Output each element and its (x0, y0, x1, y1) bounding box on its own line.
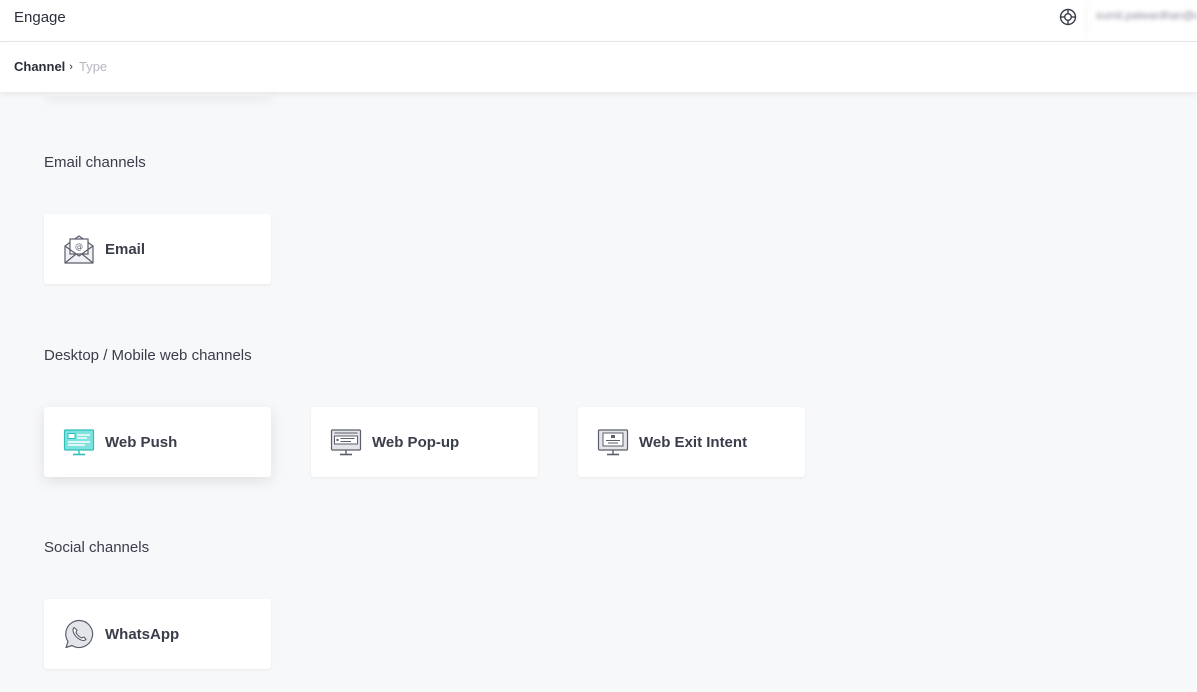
monitor-exit-icon (597, 426, 629, 458)
channel-card-label: Web Pop-up (372, 433, 460, 451)
scrolled-card-edge (44, 88, 271, 96)
section-title-web: Desktop / Mobile web channels (44, 347, 252, 364)
chevron-right-icon: › (69, 60, 73, 73)
channel-card-email[interactable]: @ Email (44, 214, 271, 284)
monitor-popup-icon (330, 426, 362, 458)
section-title-email: Email channels (44, 154, 146, 171)
channel-card-whatsapp[interactable]: WhatsApp (44, 599, 271, 669)
help-lifebuoy-icon[interactable] (1058, 7, 1078, 27)
app-title: Engage (14, 9, 66, 26)
monitor-push-icon (63, 426, 95, 458)
whatsapp-icon (63, 618, 95, 650)
channel-card-web-push[interactable]: Web Push (44, 407, 271, 477)
channel-card-label: Web Exit Intent (639, 433, 748, 451)
breadcrumb-bar: Channel › Type (0, 42, 1197, 92)
channel-card-web-exit-intent[interactable]: Web Exit Intent (578, 407, 805, 477)
breadcrumb: Channel › Type (14, 59, 107, 74)
svg-text:@: @ (75, 242, 83, 251)
channel-card-label: Email (105, 240, 146, 258)
top-bar: Engage sumit.patwardhan@example (0, 0, 1197, 42)
breadcrumb-type: Type (78, 59, 108, 74)
channel-card-label: WhatsApp (105, 625, 180, 643)
breadcrumb-channel[interactable]: Channel (14, 59, 65, 74)
section-title-social: Social channels (44, 539, 150, 556)
user-account-menu[interactable]: sumit.patwardhan@example (1086, 0, 1197, 36)
channel-card-web-popup[interactable]: Web Pop-up (311, 407, 538, 477)
channel-card-label: Web Push (105, 433, 178, 451)
envelope-icon: @ (63, 233, 95, 265)
